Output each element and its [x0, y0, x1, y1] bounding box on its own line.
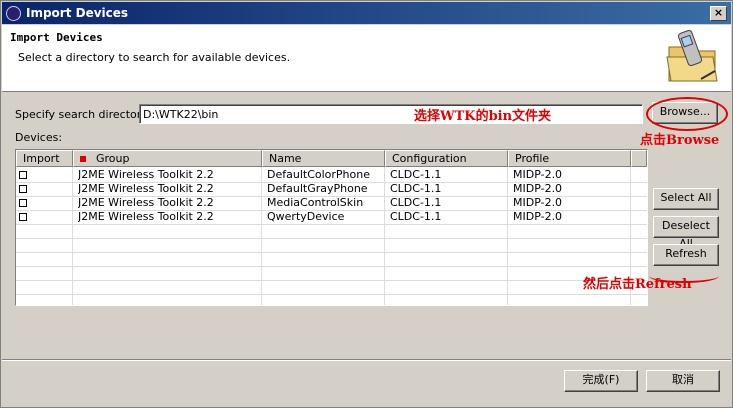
browse-highlight-ring	[646, 97, 728, 131]
cell-profile: MIDP-2.0	[513, 210, 563, 223]
search-directory-input[interactable]: D:\WTK22\bin	[139, 104, 643, 124]
cell-configuration: CLDC-1.1	[390, 182, 442, 195]
folder-phone-icon	[666, 29, 718, 82]
cell-name: DefaultGrayPhone	[267, 182, 368, 195]
import-checkbox[interactable]	[19, 171, 27, 179]
cell-group: J2ME Wireless Toolkit 2.2	[78, 210, 214, 223]
table-row[interactable]: J2ME Wireless Toolkit 2.2 DefaultGrayPho…	[16, 182, 647, 197]
cell-configuration: CLDC-1.1	[390, 210, 442, 223]
empty-row	[16, 238, 647, 253]
column-header-import[interactable]: Import	[16, 150, 73, 167]
deselect-all-button[interactable]: Deselect All	[653, 216, 719, 250]
cancel-button[interactable]: 取消	[646, 370, 720, 392]
table-row[interactable]: J2ME Wireless Toolkit 2.2 QwertyDevice C…	[16, 210, 647, 225]
table-row[interactable]: J2ME Wireless Toolkit 2.2 DefaultColorPh…	[16, 168, 647, 183]
close-button[interactable]: ×	[710, 6, 727, 21]
annotation-click-browse: 点击Browse	[640, 133, 720, 148]
column-header-profile[interactable]: Profile	[508, 150, 631, 167]
column-header-group-label: Group	[96, 152, 130, 165]
empty-row	[16, 252, 647, 267]
finish-button[interactable]: 完成(F)	[564, 370, 638, 392]
window-title: Import Devices	[26, 6, 129, 20]
annotation-select-folder: 选择WTK的bin文件夹	[414, 109, 552, 124]
search-directory-value: D:\WTK22\bin	[143, 108, 219, 121]
column-header-configuration[interactable]: Configuration	[385, 150, 508, 167]
import-devices-dialog: Import Devices × Import Devices Select a…	[0, 0, 733, 408]
sort-indicator-icon	[80, 156, 86, 162]
cell-name: DefaultColorPhone	[267, 168, 370, 181]
cell-name: MediaControlSkin	[267, 196, 364, 209]
footer-separator	[2, 359, 731, 361]
empty-row	[16, 224, 647, 239]
page-title: Import Devices	[10, 31, 103, 44]
search-directory-label: Specify search directory:	[15, 108, 151, 121]
cell-profile: MIDP-2.0	[513, 168, 563, 181]
empty-row	[16, 280, 647, 295]
page-description: Select a directory to search for availab…	[18, 51, 291, 64]
table-header: Import Group Name Configuration Profile	[16, 150, 647, 167]
import-checkbox[interactable]	[19, 185, 27, 193]
import-checkbox[interactable]	[19, 213, 27, 221]
cell-group: J2ME Wireless Toolkit 2.2	[78, 196, 214, 209]
annotation-then-refresh: 然后点击Refresh	[583, 277, 692, 292]
eclipse-icon	[6, 6, 21, 21]
import-checkbox[interactable]	[19, 199, 27, 207]
select-all-button[interactable]: Select All	[653, 188, 719, 210]
devices-table[interactable]: Import Group Name Configuration Profile …	[15, 149, 648, 306]
cell-profile: MIDP-2.0	[513, 182, 563, 195]
column-header-name[interactable]: Name	[262, 150, 385, 167]
cell-group: J2ME Wireless Toolkit 2.2	[78, 182, 214, 195]
column-header-group[interactable]: Group	[73, 150, 262, 167]
table-row[interactable]: J2ME Wireless Toolkit 2.2 MediaControlSk…	[16, 196, 647, 211]
cell-configuration: CLDC-1.1	[390, 196, 442, 209]
devices-label: Devices:	[15, 131, 63, 144]
cell-configuration: CLDC-1.1	[390, 168, 442, 181]
column-header-filler	[631, 150, 647, 167]
cell-name: QwertyDevice	[267, 210, 345, 223]
title-bar: Import Devices ×	[2, 2, 731, 24]
empty-row	[16, 266, 647, 281]
cell-profile: MIDP-2.0	[513, 196, 563, 209]
refresh-button[interactable]: Refresh	[653, 244, 719, 266]
wizard-header: Import Devices Select a directory to sea…	[2, 25, 731, 92]
cell-group: J2ME Wireless Toolkit 2.2	[78, 168, 214, 181]
